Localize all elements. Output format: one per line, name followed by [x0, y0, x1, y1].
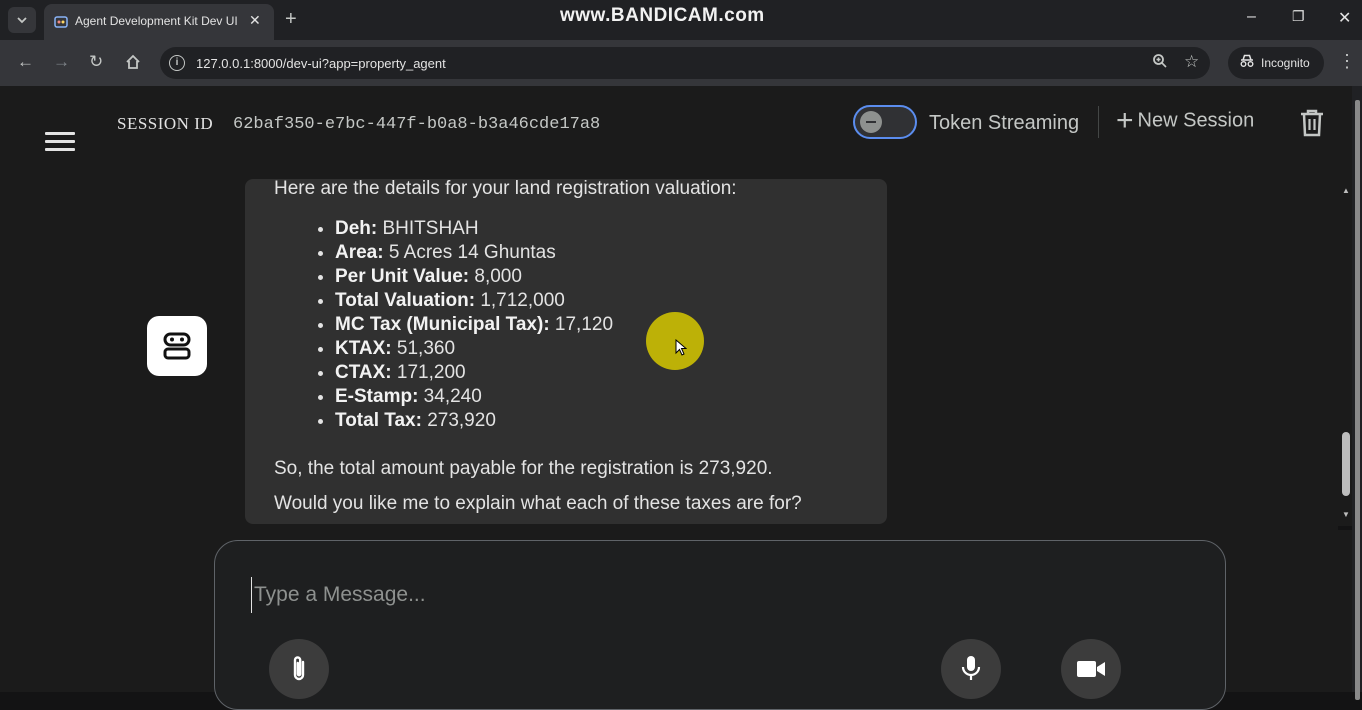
list-item-value: 8,000: [469, 266, 522, 287]
list-item: KTAX: 51,360: [335, 337, 613, 361]
token-streaming-label: Token Streaming: [929, 112, 1080, 134]
address-bar[interactable]: i 127.0.0.1:8000/dev-ui?app=property_age…: [160, 47, 1210, 79]
message-input[interactable]: [251, 577, 1156, 613]
adk-favicon-icon: [54, 16, 68, 28]
list-item-key: Area:: [335, 242, 384, 263]
bookmark-star-icon[interactable]: ☆: [1184, 52, 1199, 72]
new-session-label: New Session: [1137, 109, 1255, 132]
new-tab-button[interactable]: +: [285, 8, 297, 30]
list-item-key: Deh:: [335, 218, 378, 239]
list-item: Deh: BHITSHAH: [335, 217, 613, 241]
mouse-pointer-icon: [675, 339, 687, 356]
list-item: Total Tax: 273,920: [335, 409, 613, 433]
video-button[interactable]: [1061, 639, 1121, 699]
list-item-value: 5 Acres 14 Ghuntas: [383, 242, 556, 263]
session-id-label: SESSION ID: [117, 114, 214, 133]
list-item-key: KTAX:: [335, 338, 392, 359]
list-item-value: 34,240: [418, 386, 482, 407]
list-item: CTAX: 171,200: [335, 361, 613, 385]
robot-icon: [163, 332, 191, 360]
restore-window-button[interactable]: ❐: [1292, 8, 1305, 25]
page-scrollbar-thumb[interactable]: [1355, 100, 1360, 700]
forward-arrow-icon[interactable]: →: [53, 53, 70, 71]
incognito-indicator[interactable]: Incognito: [1228, 47, 1324, 79]
video-camera-icon: [1077, 661, 1105, 677]
app-header: SESSION ID 62baf350-e7bc-447f-b0a8-b3a46…: [0, 86, 1352, 162]
list-item-value: 1,712,000: [475, 290, 565, 311]
home-icon[interactable]: [125, 54, 141, 70]
list-item-value: 171,200: [391, 362, 466, 383]
list-item-key: E-Stamp:: [335, 386, 419, 407]
chat-messages-area[interactable]: Here are the details for your land regis…: [0, 162, 1338, 530]
browser-tab[interactable]: Agent Development Kit Dev UI ✕: [44, 4, 274, 40]
list-item: MC Tax (Municipal Tax): 17,120: [335, 313, 613, 337]
tab-title: Agent Development Kit Dev UI: [75, 14, 238, 28]
attach-file-button[interactable]: [269, 639, 329, 699]
header-divider: [1098, 106, 1099, 138]
hamburger-menu-icon[interactable]: [45, 132, 75, 154]
list-item-value: 17,120: [549, 314, 614, 335]
list-item-value: 51,360: [391, 338, 456, 359]
valuation-details-list: Deh: BHITSHAH Area: 5 Acres 14 Ghuntas P…: [305, 217, 613, 433]
session-id-value: 62baf350-e7bc-447f-b0a8-b3a46cde17a8: [233, 115, 601, 134]
chat-scrollbar-thumb[interactable]: [1342, 432, 1350, 496]
recorder-watermark: www.BANDICAM.com: [560, 5, 765, 26]
list-item: E-Stamp: 34,240: [335, 385, 613, 409]
trash-icon[interactable]: [1298, 108, 1326, 138]
browser-tab-bar: Agent Development Kit Dev UI ✕ + www.BAN…: [0, 0, 1362, 40]
plus-icon: +: [1116, 104, 1134, 137]
list-item-key: Total Tax:: [335, 410, 422, 431]
list-item-value: 273,920: [421, 410, 496, 431]
paperclip-icon: [293, 656, 305, 681]
browser-toolbar: ← → ↻ i 127.0.0.1:8000/dev-ui?app=proper…: [0, 40, 1362, 86]
incognito-label: Incognito: [1261, 56, 1310, 70]
message-total-line: So, the total amount payable for the reg…: [274, 458, 773, 479]
back-arrow-icon[interactable]: ←: [17, 53, 34, 71]
microphone-button[interactable]: [941, 639, 1001, 699]
scroll-up-arrow-icon[interactable]: ▲: [1342, 186, 1350, 195]
minimize-window-button[interactable]: –: [1247, 8, 1256, 26]
reload-icon[interactable]: ↻: [89, 53, 103, 71]
message-question: Would you like me to explain what each o…: [274, 493, 802, 514]
browser-menu-icon[interactable]: ⋮: [1338, 52, 1356, 70]
tab-search-button[interactable]: [8, 7, 36, 33]
close-tab-icon[interactable]: ✕: [249, 12, 261, 29]
list-item-key: MC Tax (Municipal Tax):: [335, 314, 550, 335]
toggle-knob: [860, 111, 882, 133]
microphone-icon: [961, 656, 981, 680]
bot-avatar: [147, 316, 207, 376]
new-session-button[interactable]: + New Session: [1116, 106, 1255, 138]
close-window-button[interactable]: ✕: [1338, 8, 1351, 28]
list-item: Per Unit Value: 8,000: [335, 265, 613, 289]
chevron-down-icon: [17, 16, 27, 23]
site-info-icon[interactable]: i: [169, 55, 185, 71]
list-item-key: CTAX:: [335, 362, 392, 383]
scroll-down-arrow-icon[interactable]: ▼: [1342, 510, 1350, 519]
bot-message-bubble: Here are the details for your land regis…: [245, 179, 887, 524]
message-intro: Here are the details for your land regis…: [274, 179, 737, 199]
zoom-icon[interactable]: [1152, 53, 1168, 69]
incognito-icon: [1240, 54, 1254, 67]
list-item-key: Total Valuation:: [335, 290, 476, 311]
url-text[interactable]: 127.0.0.1:8000/dev-ui?app=property_agent: [196, 56, 446, 71]
list-item: Total Valuation: 1,712,000: [335, 289, 613, 313]
token-streaming-toggle[interactable]: [853, 105, 917, 139]
message-composer: [214, 540, 1226, 710]
list-item: Area: 5 Acres 14 Ghuntas: [335, 241, 613, 265]
list-item-key: Per Unit Value:: [335, 266, 470, 287]
list-item-value: BHITSHAH: [377, 218, 479, 239]
